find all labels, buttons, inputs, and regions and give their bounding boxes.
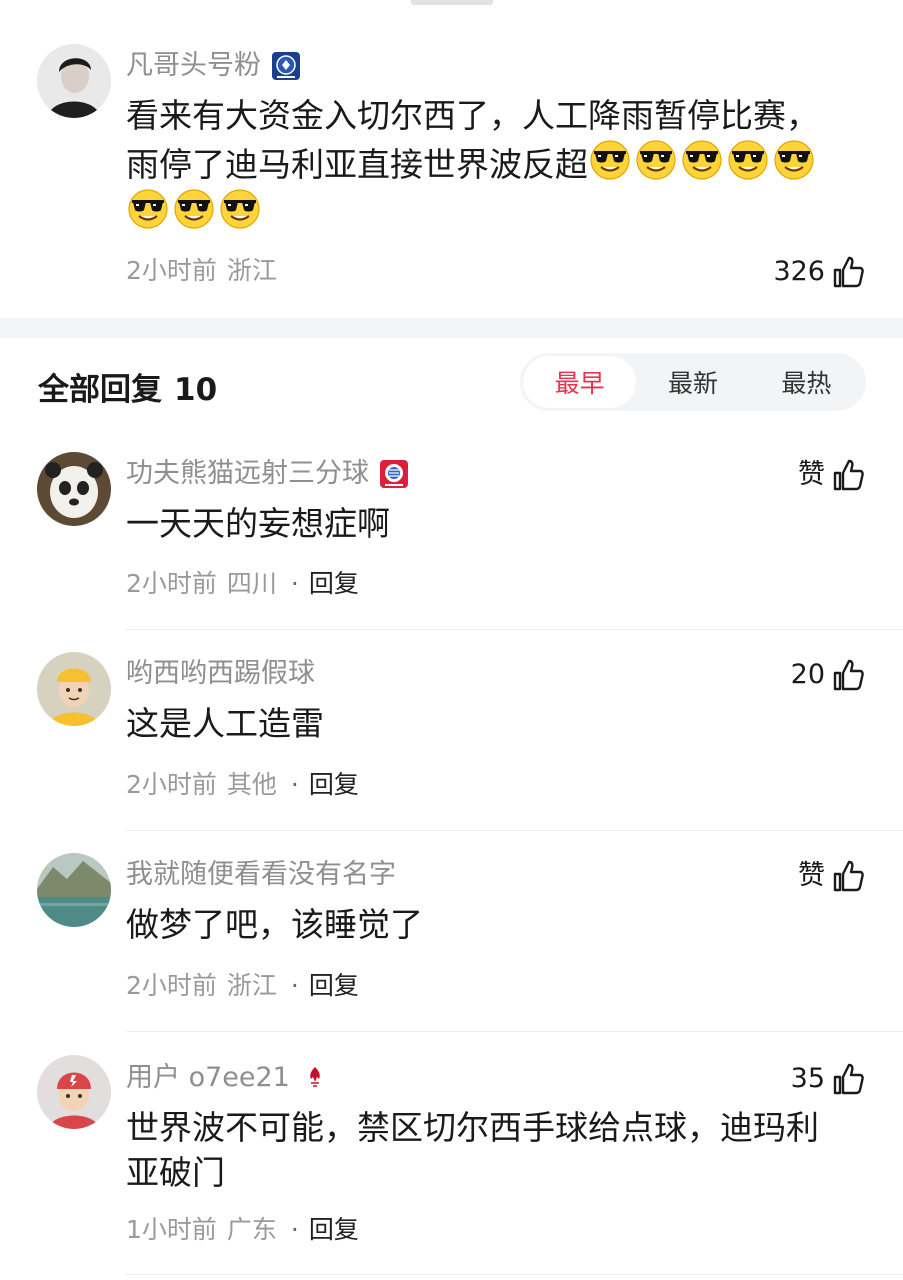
sort-tabs: 最早 最新 最热 [520,353,866,411]
reply-item: 我就随便看看没有名字 做梦了吧，该睡觉了 2小时前 浙江 · 回复 赞 [0,831,903,1031]
bayern-badge-icon [380,460,408,488]
tab-earliest[interactable]: 最早 [523,356,637,408]
comment-line-2-text: 雨停了迪马利亚直接世界波反超 [126,145,588,184]
avatar[interactable] [37,853,111,927]
thumbs-up-icon [833,1063,864,1095]
username-text[interactable]: 哟西哟西踢假球 [126,656,315,692]
replies-header: 全部回复 10 最早 最新 最热 [0,338,903,428]
like-count: 20 [790,659,825,690]
like-button[interactable]: 326 [773,254,865,290]
timestamp: 1小时前 [126,1215,217,1244]
separator-dot: · [290,971,299,1000]
location: 四川 [226,569,277,598]
reply-content: 这是人工造雷 [126,704,324,743]
like-button[interactable]: 赞 [798,858,865,894]
sunglasses-emoji-icon [174,189,214,229]
replies-title: 全部回复 10 [38,364,217,409]
reply-meta: 2小时前 四川 · 回复 [126,568,903,600]
avatar[interactable] [37,452,111,526]
reply-button[interactable]: 回复 [309,568,903,600]
like-button[interactable]: 20 [791,657,865,693]
username-text[interactable]: 功夫熊猫远射三分球 [126,456,369,492]
avatar[interactable] [37,44,111,118]
separator-dot: · [290,569,299,598]
comment-content: 看来有大资金入切尔西了，人工降雨暂停比赛， 雨停了迪马利亚直接世界波反超 [126,93,866,236]
thumbs-up-icon [833,459,864,491]
reply-item: 用户 o7ee21 世界波不可能，禁区切尔西手球给点球，迪玛利 亚破门 1小时前… [0,1032,903,1280]
separator-dot: · [290,770,299,799]
username[interactable]: 我就随便看看没有名字 [126,857,396,893]
avatar[interactable] [37,652,111,726]
reply-button[interactable]: 回复 [309,970,903,1002]
emoji-row [588,140,818,184]
sunglasses-emoji-icon [774,140,814,180]
divider [126,1274,903,1275]
sunglasses-emoji-icon [682,140,722,180]
username-text[interactable]: 用户 o7ee21 [126,1060,290,1096]
liverpool-badge-icon [300,1064,329,1092]
reply-content: 做梦了吧，该睡觉了 [126,905,423,944]
username[interactable]: 凡哥头号粉 [126,48,301,84]
tab-newest[interactable]: 最新 [636,356,749,408]
like-count: 赞 [798,459,825,490]
section-divider [0,318,903,338]
comment-line-2: 雨停了迪马利亚直接世界波反超 [126,138,866,187]
thumbs-up-icon [833,860,864,892]
comment-line-1: 看来有大资金入切尔西了，人工降雨暂停比赛， [126,96,819,135]
like-count: 35 [790,1063,825,1094]
main-comment: 凡哥头号粉 看来有大资金入切尔西了，人工降雨暂停比赛， 雨停了迪马利亚直接世界波… [0,0,903,318]
emoji-row [126,187,866,236]
tab-hottest[interactable]: 最热 [750,356,863,408]
like-count: 赞 [798,860,825,891]
username[interactable]: 功夫熊猫远射三分球 [126,456,409,492]
timestamp: 2小时前 [126,569,217,598]
sunglasses-emoji-icon [728,140,768,180]
reply-content-line-1: 世界波不可能，禁区切尔西手球给点球，迪玛利 [126,1108,819,1147]
timestamp: 2小时前 [126,770,217,799]
comment-meta: 2小时前 浙江 [126,255,277,287]
separator-dot: · [290,1215,299,1244]
reply-meta: 2小时前 其他 · 回复 [126,769,903,801]
like-button[interactable]: 35 [791,1061,865,1097]
sunglasses-emoji-icon [220,189,260,229]
username-text[interactable]: 我就随便看看没有名字 [126,857,396,893]
replies-count: 10 [174,372,218,408]
sunglasses-emoji-icon [590,140,630,180]
chelsea-badge-icon [272,52,300,80]
location: 浙江 [226,256,277,285]
reply-item: 功夫熊猫远射三分球 一天天的妄想症啊 2小时前 四川 · 回复 赞 [0,430,903,630]
reply-meta: 1小时前 广东 · 回复 [126,1214,903,1246]
thumbs-up-icon [833,256,864,288]
reply-content: 世界波不可能，禁区切尔西手球给点球，迪玛利 亚破门 [126,1105,866,1195]
like-button[interactable]: 赞 [798,457,865,493]
reply-content-line-2: 亚破门 [126,1153,225,1192]
location: 其他 [226,770,277,799]
reply-button[interactable]: 回复 [309,1214,903,1246]
username-text[interactable]: 凡哥头号粉 [126,48,261,84]
timestamp: 2小时前 [126,971,217,1000]
username[interactable]: 用户 o7ee21 [126,1060,330,1096]
thumbs-up-icon [833,659,864,691]
replies-title-text: 全部回复 [38,372,162,408]
like-count: 326 [773,256,825,287]
username[interactable]: 哟西哟西踢假球 [126,656,315,692]
location: 广东 [226,1215,277,1244]
reply-button[interactable]: 回复 [309,769,903,801]
sunglasses-emoji-icon [636,140,676,180]
timestamp: 2小时前 [126,256,217,285]
sunglasses-emoji-icon [128,189,168,229]
reply-item: 哟西哟西踢假球 这是人工造雷 2小时前 其他 · 回复 20 [0,630,903,830]
reply-content: 一天天的妄想症啊 [126,504,390,543]
reply-meta: 2小时前 浙江 · 回复 [126,970,903,1002]
location: 浙江 [226,971,277,1000]
avatar[interactable] [37,1055,111,1129]
